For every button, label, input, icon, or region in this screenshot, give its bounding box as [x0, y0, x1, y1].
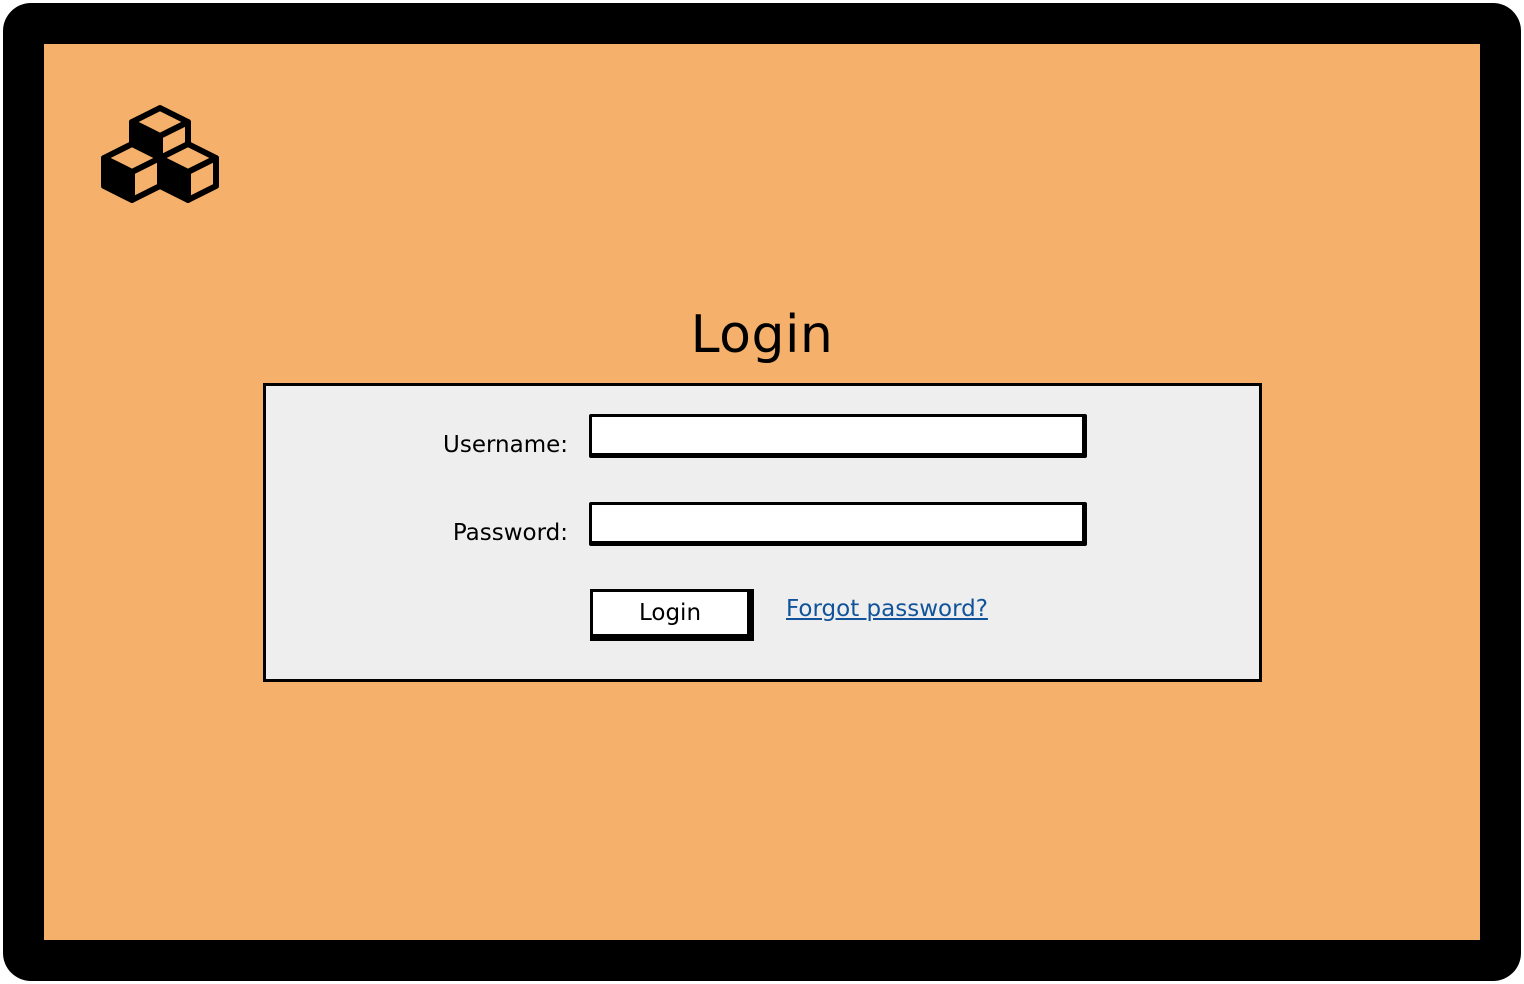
username-input[interactable]: [589, 414, 1087, 458]
page-title: Login: [690, 305, 834, 365]
username-label: Username:: [443, 432, 568, 458]
cubes-icon: [101, 105, 219, 203]
password-label: Password:: [452, 520, 568, 546]
password-input[interactable]: [589, 502, 1087, 546]
login-button[interactable]: Login: [590, 589, 754, 641]
forgot-password-link[interactable]: Forgot password?: [786, 594, 988, 624]
